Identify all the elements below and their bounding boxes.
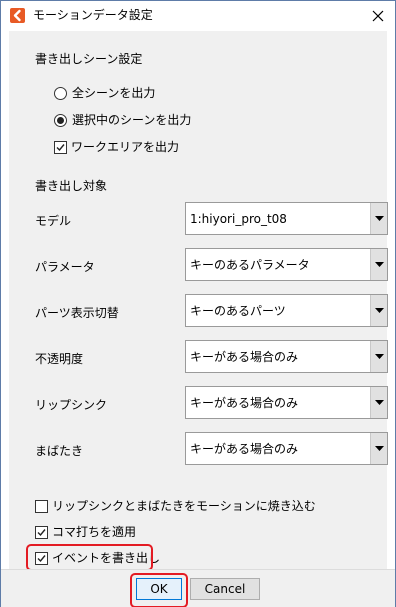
parts-visibility-select[interactable]: キーのあるパーツ [185, 294, 388, 327]
lipsync-label: リップシンク [35, 398, 108, 412]
checkbox-frame-step[interactable]: コマ打ちを適用 [35, 523, 136, 541]
parameter-label: パラメータ [35, 260, 95, 274]
close-button[interactable] [361, 1, 395, 31]
chevron-down-icon [374, 308, 384, 313]
checkbox-bake-lipsync-blink-label: リップシンクとまばたきをモーションに焼き込む [52, 498, 316, 513]
parts-visibility-label: パーツ表示切替 [35, 306, 119, 320]
close-icon [372, 10, 384, 22]
export-events-highlight [26, 544, 153, 571]
lipsync-select[interactable]: キーがある場合のみ [185, 386, 388, 419]
cancel-button[interactable]: Cancel [190, 578, 260, 600]
chevron-down-icon [374, 262, 384, 267]
blink-select[interactable]: キーがある場合のみ [185, 432, 388, 465]
dialog-button-bar: OK Cancel [1, 569, 395, 607]
checkbox-frame-step-label: コマ打ちを適用 [52, 524, 137, 539]
parameter-select-value: キーのあるパラメータ [190, 258, 310, 272]
chevron-down-icon [374, 354, 384, 359]
radio-all-scenes-indicator[interactable] [54, 86, 67, 100]
blink-select-dropdown[interactable] [370, 433, 387, 464]
checkbox-output-workarea[interactable]: ワークエリアを出力 [54, 138, 179, 156]
window-title: モーションデータ設定 [33, 8, 153, 22]
dialog-body: 書き出しシーン設定 全シーンを出力 選択中のシーンを出力 ワークエリアを出力 書… [9, 31, 388, 571]
opacity-select-value: キーがある場合のみ [190, 350, 299, 364]
opacity-label: 不透明度 [35, 352, 84, 366]
radio-all-scenes[interactable]: 全シーンを出力 [54, 84, 155, 102]
model-select[interactable]: 1:hiyori_pro_t08 [185, 202, 388, 235]
parts-visibility-select-value: キーのあるパーツ [190, 304, 286, 318]
model-select-value: 1:hiyori_pro_t08 [190, 211, 287, 226]
checkmark-icon [37, 528, 46, 536]
parts-visibility-select-dropdown[interactable] [370, 295, 387, 326]
parameter-select-dropdown[interactable] [370, 249, 387, 280]
cubism-logo-icon [10, 8, 25, 23]
opacity-select-dropdown[interactable] [370, 341, 387, 372]
chevron-down-icon [374, 400, 384, 405]
radio-selected-scenes-indicator[interactable] [54, 113, 67, 127]
model-select-dropdown[interactable] [370, 203, 387, 234]
title-bar[interactable]: モーションデータ設定 [1, 1, 395, 31]
model-label: モデル [35, 214, 72, 228]
target-section-title: 書き出し対象 [35, 179, 108, 193]
lipsync-select-value: キーがある場合のみ [190, 396, 299, 410]
checkbox-bake-lipsync-blink-box[interactable] [35, 499, 48, 513]
parameter-select[interactable]: キーのあるパラメータ [185, 248, 388, 281]
checkmark-icon [56, 143, 65, 151]
motion-data-settings-dialog: モーションデータ設定 書き出しシーン設定 全シーンを出力 選択中のシーンを出力 … [0, 0, 396, 607]
radio-selected-scenes[interactable]: 選択中のシーンを出力 [54, 111, 191, 129]
checkbox-bake-lipsync-blink[interactable]: リップシンクとまばたきをモーションに焼き込む [35, 497, 316, 515]
chevron-down-icon [374, 446, 384, 451]
chevron-down-icon [374, 216, 384, 221]
checkbox-output-workarea-label: ワークエリアを出力 [71, 139, 180, 154]
opacity-select[interactable]: キーがある場合のみ [185, 340, 388, 373]
scene-section-title: 書き出しシーン設定 [35, 52, 143, 66]
blink-label: まばたき [35, 444, 84, 458]
radio-selected-scenes-label: 選択中のシーンを出力 [72, 112, 192, 127]
lipsync-select-dropdown[interactable] [370, 387, 387, 418]
blink-select-value: キーがある場合のみ [190, 442, 299, 456]
radio-all-scenes-label: 全シーンを出力 [72, 85, 156, 100]
checkbox-frame-step-box[interactable] [35, 525, 48, 539]
checkbox-output-workarea-box[interactable] [54, 140, 67, 154]
ok-button[interactable]: OK [136, 578, 182, 600]
